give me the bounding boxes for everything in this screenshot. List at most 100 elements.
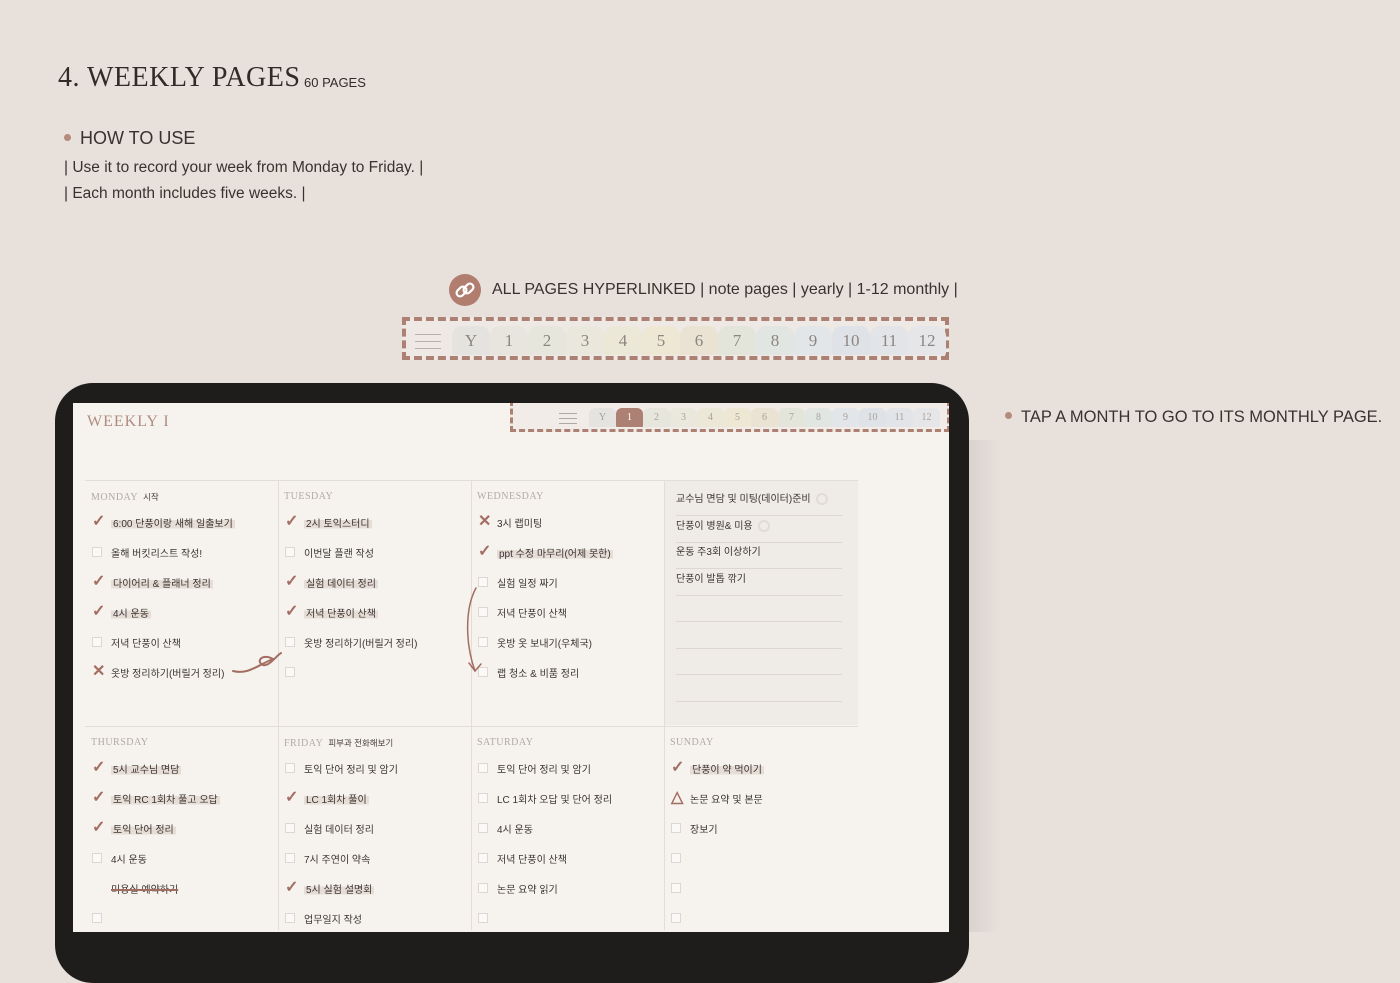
menu-icon[interactable] bbox=[559, 413, 577, 428]
task-item[interactable]: ✓ 5시 실험 설명회 bbox=[285, 880, 375, 896]
tab-month-2[interactable]: 2 bbox=[643, 408, 670, 427]
checkbox[interactable] bbox=[478, 763, 488, 773]
tab-month-12[interactable]: 12 bbox=[908, 326, 946, 355]
checkbox[interactable] bbox=[478, 607, 488, 617]
moved-icon[interactable]: △ bbox=[671, 790, 683, 806]
checkbox[interactable] bbox=[92, 913, 102, 923]
tab-month-4[interactable]: 4 bbox=[604, 326, 642, 355]
checkbox[interactable] bbox=[285, 853, 295, 863]
memo-line[interactable]: 단풍이 발톱 깎기 bbox=[676, 569, 842, 596]
checkbox[interactable] bbox=[478, 913, 488, 923]
task-item[interactable]: ✕ 옷방 정리하기(버릴거 정리) bbox=[92, 664, 224, 680]
task-item[interactable]: 올해 버킷리스트 작성! bbox=[92, 544, 202, 560]
checkbox[interactable] bbox=[671, 853, 681, 863]
memo-line[interactable] bbox=[676, 595, 842, 622]
task-item[interactable]: ✓ LC 1회차 풀이 bbox=[285, 790, 369, 806]
task-item[interactable]: 토익 단어 정리 및 암기 bbox=[285, 760, 398, 776]
tab-month-5[interactable]: 5 bbox=[724, 408, 751, 427]
check-icon[interactable]: ✓ bbox=[285, 880, 298, 896]
check-icon[interactable]: ✓ bbox=[92, 514, 105, 530]
tab-month-7[interactable]: 7 bbox=[778, 408, 805, 427]
task-item[interactable] bbox=[671, 880, 690, 896]
checkbox[interactable] bbox=[285, 913, 295, 923]
check-icon[interactable]: ✓ bbox=[92, 604, 105, 620]
task-item[interactable]: 토익 단어 정리 및 암기 bbox=[478, 760, 591, 776]
task-item[interactable]: 4시 운동 bbox=[92, 850, 147, 866]
checkbox[interactable] bbox=[478, 823, 488, 833]
task-item[interactable]: 저녁 단풍이 산책 bbox=[478, 850, 567, 866]
task-item[interactable]: 4시 운동 bbox=[478, 820, 533, 836]
task-item[interactable]: 업무일지 작성 bbox=[285, 910, 362, 926]
check-icon[interactable]: ✓ bbox=[478, 544, 491, 560]
checkbox[interactable] bbox=[285, 823, 295, 833]
task-item[interactable]: ✓ 다이어리 & 플래너 정리 bbox=[92, 574, 213, 590]
task-item[interactable]: 옷방 옷 보내기(우체국) bbox=[478, 634, 592, 650]
tab-month-11[interactable]: 11 bbox=[886, 408, 913, 427]
checkbox[interactable] bbox=[285, 637, 295, 647]
task-item[interactable]: ✓ 토익 RC 1회차 풀고 오답 bbox=[92, 790, 220, 806]
check-icon[interactable]: ✓ bbox=[285, 604, 298, 620]
checkbox[interactable] bbox=[285, 763, 295, 773]
check-icon[interactable]: ✓ bbox=[92, 790, 105, 806]
task-item[interactable]: ✓ 6:00 단풍이랑 새해 일출보기 bbox=[92, 514, 235, 530]
task-item[interactable]: 랩 청소 & 비품 정리 bbox=[478, 664, 579, 680]
check-icon[interactable]: ✓ bbox=[285, 790, 298, 806]
memo-line[interactable] bbox=[676, 622, 842, 649]
task-item[interactable] bbox=[285, 664, 304, 680]
checkbox[interactable] bbox=[671, 883, 681, 893]
checkbox[interactable] bbox=[478, 883, 488, 893]
task-item[interactable]: 저녁 단풍이 산책 bbox=[92, 634, 181, 650]
tab-month-6[interactable]: 6 bbox=[680, 326, 718, 355]
tab-month-2[interactable]: 2 bbox=[528, 326, 566, 355]
task-item[interactable]: ✓ ppt 수정 마무리(어제 못한) bbox=[478, 544, 613, 560]
check-icon[interactable]: ✓ bbox=[92, 760, 105, 776]
task-item[interactable]: 실험 일정 짜기 bbox=[478, 574, 558, 590]
task-item[interactable]: 옷방 정리하기(버릴거 정리) bbox=[285, 634, 417, 650]
task-item[interactable]: ✓ 5시 교수님 면담 bbox=[92, 760, 182, 776]
task-item[interactable]: LC 1회차 오답 및 단어 정리 bbox=[478, 790, 612, 806]
task-item[interactable]: ✓ 단풍이 약 먹이기 bbox=[671, 760, 764, 776]
task-item[interactable] bbox=[671, 850, 690, 866]
tab-month-3[interactable]: 3 bbox=[566, 326, 604, 355]
checkbox[interactable] bbox=[671, 913, 681, 923]
task-item[interactable]: ✓ 4시 운동 bbox=[92, 604, 151, 620]
checkbox[interactable] bbox=[285, 547, 295, 557]
tab-month-6[interactable]: 6 bbox=[751, 408, 778, 427]
checkbox[interactable] bbox=[478, 577, 488, 587]
menu-icon[interactable] bbox=[415, 334, 441, 355]
tab-month-7[interactable]: 7 bbox=[718, 326, 756, 355]
task-item[interactable] bbox=[478, 910, 497, 926]
task-item[interactable]: ✓ 저녁 단풍이 산책 bbox=[285, 604, 378, 620]
check-icon[interactable]: ✓ bbox=[285, 514, 298, 530]
task-item[interactable]: 저녁 단풍이 산책 bbox=[478, 604, 567, 620]
tab-month-11[interactable]: 11 bbox=[870, 326, 908, 355]
task-item[interactable]: 미용실 예약하기 bbox=[92, 880, 178, 896]
checkbox[interactable] bbox=[478, 637, 488, 647]
memo-line[interactable] bbox=[676, 648, 842, 675]
tab-month-8[interactable]: 8 bbox=[805, 408, 832, 427]
task-item[interactable] bbox=[671, 910, 690, 926]
tab-yearly[interactable]: Y bbox=[452, 326, 490, 355]
task-item[interactable]: 7시 주연이 약속 bbox=[285, 850, 370, 866]
tab-month-1[interactable]: 1 bbox=[490, 326, 528, 355]
tab-month-12[interactable]: 12 bbox=[913, 408, 940, 427]
checkbox[interactable] bbox=[478, 667, 488, 677]
memo-line[interactable]: 운동 주3회 이상하기 bbox=[676, 542, 842, 569]
checkbox[interactable] bbox=[478, 853, 488, 863]
task-item[interactable]: 논문 요약 읽기 bbox=[478, 880, 558, 896]
tab-month-1[interactable]: 1 bbox=[616, 408, 643, 427]
checkbox[interactable] bbox=[92, 853, 102, 863]
tab-month-9[interactable]: 9 bbox=[794, 326, 832, 355]
checkbox[interactable] bbox=[285, 667, 295, 677]
check-icon[interactable]: ✓ bbox=[92, 820, 105, 836]
tab-month-5[interactable]: 5 bbox=[642, 326, 680, 355]
task-item[interactable]: ✓ 토익 단어 정리 bbox=[92, 820, 176, 836]
tab-month-9[interactable]: 9 bbox=[832, 408, 859, 427]
task-item[interactable]: △ 논문 요약 및 본문 bbox=[671, 790, 763, 806]
cross-icon[interactable]: ✕ bbox=[92, 664, 105, 680]
checkbox[interactable] bbox=[478, 793, 488, 803]
check-icon[interactable]: ✓ bbox=[92, 574, 105, 590]
memo-line[interactable] bbox=[676, 675, 842, 702]
checkbox[interactable] bbox=[671, 823, 681, 833]
task-item[interactable]: ✓ 실험 데이터 정리 bbox=[285, 574, 378, 590]
